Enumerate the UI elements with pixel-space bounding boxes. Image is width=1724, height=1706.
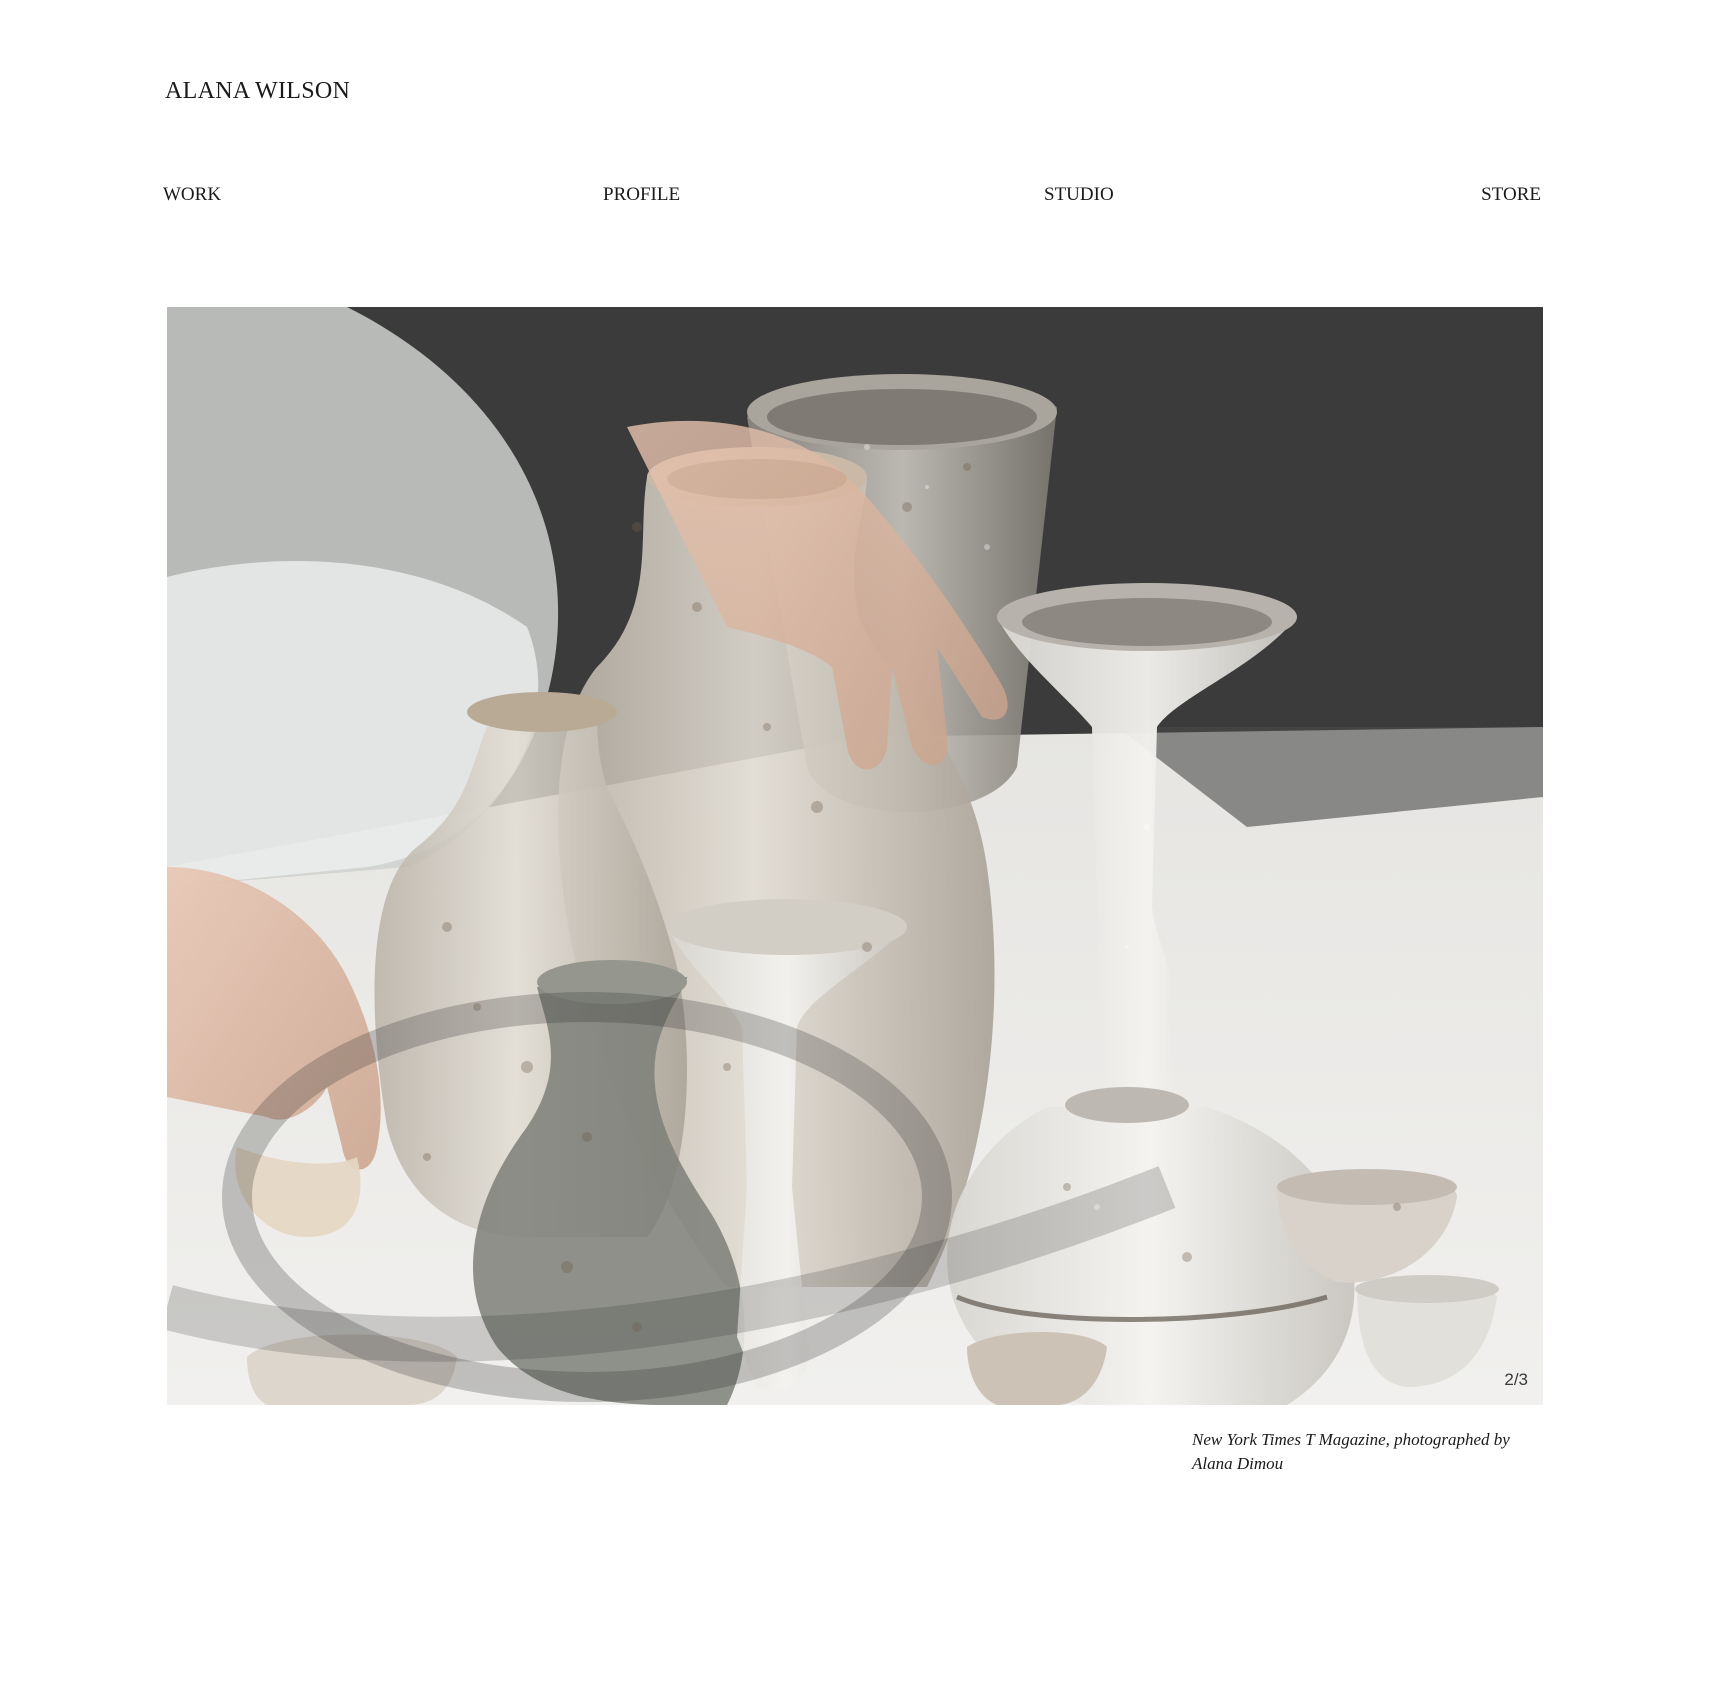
- site-title[interactable]: ALANA WILSON: [165, 78, 350, 105]
- slide-counter: 2/3: [1504, 1370, 1528, 1389]
- slideshow[interactable]: 2/3: [167, 307, 1543, 1405]
- nav-item-studio[interactable]: STUDIO: [1044, 184, 1114, 206]
- image-caption: New York Times T Magazine, photographed …: [1192, 1430, 1510, 1473]
- nav-item-work[interactable]: WORK: [163, 184, 221, 206]
- nav-item-profile[interactable]: PROFILE: [603, 184, 680, 206]
- nav-item-store[interactable]: STORE: [1481, 184, 1541, 206]
- ceramic-vessels-photo: [167, 307, 1543, 1405]
- main-nav: WORK PROFILE STUDIO STORE: [163, 184, 1541, 208]
